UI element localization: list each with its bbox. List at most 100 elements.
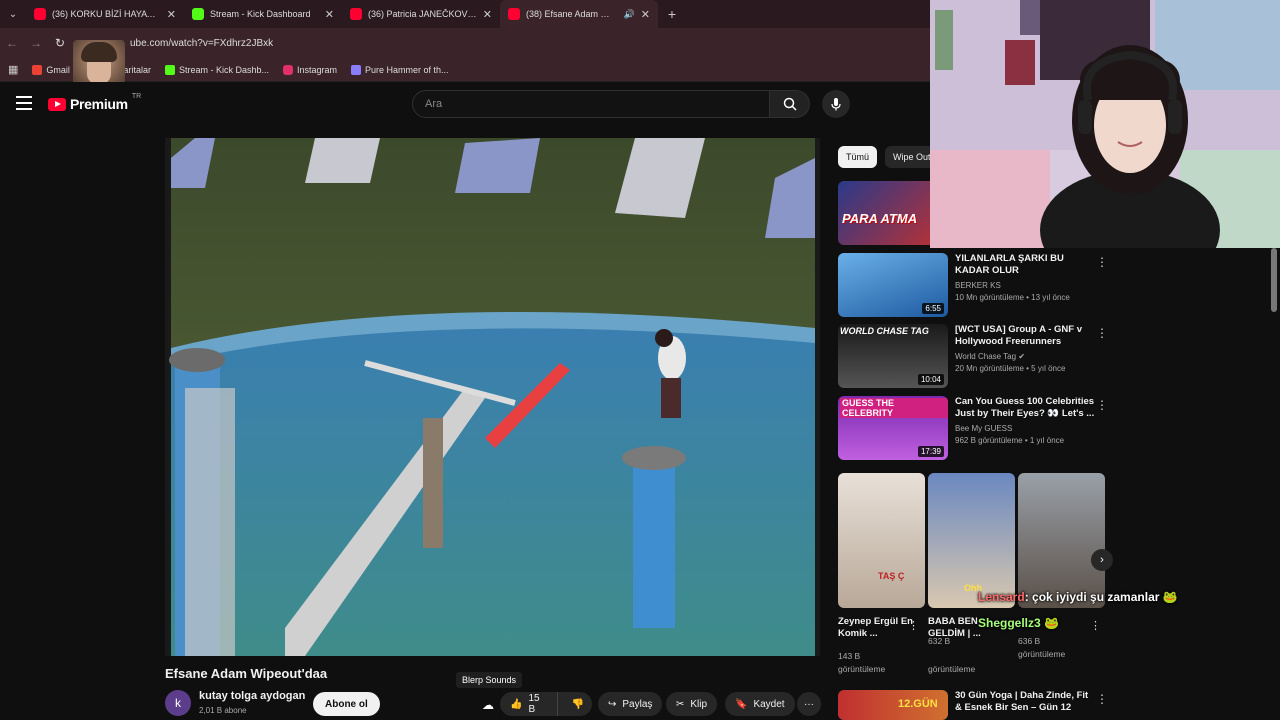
url-field[interactable]: ube.com/watch?v=FXdhrz2JBxk xyxy=(130,38,273,49)
address-bar: ← → ↻ ube.com/watch?v=FXdhrz2JBxk xyxy=(0,28,930,58)
more-options-icon[interactable]: ⋮ xyxy=(1090,619,1101,632)
short-views: 143 B xyxy=(838,651,861,661)
webcam-image xyxy=(930,0,1280,248)
next-arrow-button[interactable]: › xyxy=(1091,549,1113,571)
bookmark-label: Instagram xyxy=(296,64,338,75)
voice-search-button[interactable] xyxy=(822,90,850,118)
youtube-play-icon xyxy=(48,97,66,111)
short-views: 636 B xyxy=(1018,636,1041,646)
close-tab-icon[interactable]: ✕ xyxy=(167,8,176,21)
kick-icon xyxy=(192,8,204,20)
recommendation-meta: 20 Mn görüntüleme • 5 yıl önce xyxy=(955,364,1066,373)
browser-tab-active[interactable]: (38) Efsane Adam Wipeout' 🔊 ✕ xyxy=(500,0,658,28)
recommendation-item[interactable]: WORLD CHASE TAG 10:04 [WCT USA] Group A … xyxy=(838,324,1113,390)
bookmarks-bar: ▦ Gmail e Haritalar Stream - Kick Dashb.… xyxy=(0,58,930,82)
recommendation-meta: 962 B görüntüleme • 1 yıl önce xyxy=(955,436,1065,445)
recommendation-item[interactable]: 6:55 YILANLARLA ŞARKI BU KADAR OLUR BERK… xyxy=(838,253,1113,319)
bookmark-label: Gmail xyxy=(46,64,70,75)
chat-text: : çok iyiydi şu zamanlar 🐸 xyxy=(1024,590,1178,604)
new-tab-button[interactable]: + xyxy=(658,6,686,22)
duration-badge: 10:04 xyxy=(917,374,944,385)
apps-grid-icon[interactable]: ▦ xyxy=(8,63,18,76)
tab-title: Stream - Kick Dashboard xyxy=(210,9,311,19)
short-thumbnail[interactable] xyxy=(1018,473,1105,608)
menu-icon[interactable] xyxy=(16,96,32,110)
verified-icon: ✔ xyxy=(1018,352,1026,361)
more-options-icon[interactable]: ⋮ xyxy=(908,619,919,632)
webcam-hair xyxy=(81,42,117,62)
more-options-icon[interactable]: ⋮ xyxy=(1096,692,1108,706)
instagram-icon xyxy=(282,64,293,75)
bookmark-item[interactable]: Stream - Kick Dashb... xyxy=(164,64,269,75)
forward-arrow-icon[interactable]: → xyxy=(24,36,48,50)
youtube-premium-logo[interactable]: Premium TR xyxy=(48,93,141,112)
thumbs-up-icon: 👍 xyxy=(510,698,523,710)
browser-tab[interactable]: (36) Patricia JANEČKOVÁ: "Les c ✕ xyxy=(342,0,500,28)
bookmark-icon: 🔖 xyxy=(735,698,748,710)
recommendation-title: Can You Guess 100 Celebrities Just by Th… xyxy=(955,396,1095,419)
close-tab-icon[interactable]: ✕ xyxy=(325,8,334,21)
bookmark-label: Pure Hammer of th... xyxy=(365,64,449,75)
close-tab-icon[interactable]: ✕ xyxy=(641,8,650,21)
save-label: Kaydet xyxy=(753,698,785,710)
video-thumbnail: GUESS THE CELEBRITY 17:39 xyxy=(838,396,948,460)
clip-button[interactable]: ✂ Klip xyxy=(666,692,718,716)
bookmark-item[interactable]: Gmail xyxy=(32,64,70,75)
dislike-button[interactable]: 👎 xyxy=(564,692,592,716)
channel-name: World Chase Tag xyxy=(955,352,1017,361)
search-input[interactable]: Ara xyxy=(412,90,770,118)
bookmark-item[interactable]: Pure Hammer of th... xyxy=(351,64,449,75)
scrollbar-thumb[interactable] xyxy=(1271,248,1277,312)
like-button[interactable]: 👍 15 B xyxy=(500,692,558,716)
back-arrow-icon[interactable]: ← xyxy=(0,36,24,50)
bookmark-item[interactable]: Instagram xyxy=(282,64,338,75)
youtube-icon xyxy=(508,8,520,20)
browser-tab[interactable]: Stream - Kick Dashboard ✕ xyxy=(184,0,342,28)
close-tab-icon[interactable]: ✕ xyxy=(483,8,492,21)
channel-avatar[interactable]: k xyxy=(165,690,191,716)
recommendation-title: [WCT USA] Group A - GNF v Hollywood Free… xyxy=(955,324,1083,347)
screen: ⌄ (36) KORKU BİZİ HAYATTA TUTA ✕ Stream … xyxy=(0,0,1280,720)
share-button[interactable]: ↪ Paylaş xyxy=(598,692,663,716)
short-thumbnail[interactable]: Ohh xyxy=(928,473,1015,608)
youtube-header: Premium TR Ara xyxy=(0,82,930,128)
subscribe-button[interactable]: Abone ol xyxy=(313,692,380,716)
recommendation-item[interactable]: GUESS THE CELEBRITY 17:39 Can You Guess … xyxy=(838,396,1113,462)
more-actions-button[interactable]: ··· xyxy=(797,692,821,716)
video-thumbnail: 12.GÜN xyxy=(838,690,948,720)
thumbnail-caption: PARA ATMA xyxy=(842,211,918,226)
speaker-icon[interactable]: 🔊 xyxy=(624,9,635,20)
more-options-icon[interactable]: ⋮ xyxy=(1096,326,1108,340)
blerp-extension-icon[interactable]: ☁ xyxy=(482,698,494,712)
more-options-icon[interactable]: ⋮ xyxy=(1096,398,1108,412)
browser-tab[interactable]: (36) KORKU BİZİ HAYATTA TUTA ✕ xyxy=(26,0,184,28)
tab-search-icon[interactable]: ⌄ xyxy=(0,0,26,28)
puzzle-icon xyxy=(351,64,362,75)
recommendation-channel: World Chase Tag ✔ xyxy=(955,352,1095,361)
more-options-icon[interactable]: ⋮ xyxy=(1096,255,1108,269)
video-player[interactable] xyxy=(165,138,820,656)
shorts-shelf: TAŞ Ç Ohh › Zeynep Ergül En Komik ... ⋮ … xyxy=(838,473,1113,683)
channel-name[interactable]: kutay tolga aydogan xyxy=(199,690,305,702)
reload-icon[interactable]: ↻ xyxy=(48,36,72,50)
search-icon xyxy=(783,97,797,111)
thumbnail-caption: WORLD CHASE TAG xyxy=(840,326,929,336)
recommendation-info: Can You Guess 100 Celebrities Just by Th… xyxy=(955,396,1095,445)
tab-title: (36) Patricia JANEČKOVÁ: "Les c xyxy=(368,9,477,19)
search-button[interactable] xyxy=(770,90,810,118)
short-views-label: görüntüleme xyxy=(1018,649,1066,659)
subscriber-count: 2,01 B abone xyxy=(199,706,247,715)
short-thumbnail[interactable]: TAŞ Ç xyxy=(838,473,925,608)
gmail-icon xyxy=(32,64,43,75)
streamer-webcam xyxy=(930,0,1280,248)
tab-title: (38) Efsane Adam Wipeout' xyxy=(526,9,618,19)
chat-text: 🐸 xyxy=(1044,616,1059,630)
recommendation-title: 30 Gün Yoga | Daha Zinde, Fit & Esnek Bi… xyxy=(955,690,1089,713)
short-title: Zeynep Ergül En Komik ... xyxy=(838,616,913,639)
chip-all[interactable]: Tümü xyxy=(838,146,878,168)
bookmark-label: Stream - Kick Dashb... xyxy=(178,64,269,75)
short-views: 632 B xyxy=(928,636,951,646)
recommendation-item[interactable]: 12.GÜN 30 Gün Yoga | Daha Zinde, Fit & E… xyxy=(838,690,1113,720)
save-button[interactable]: 🔖 Kaydet xyxy=(725,692,795,716)
chat-message: Sheggellz3 🐸 xyxy=(978,616,1059,630)
